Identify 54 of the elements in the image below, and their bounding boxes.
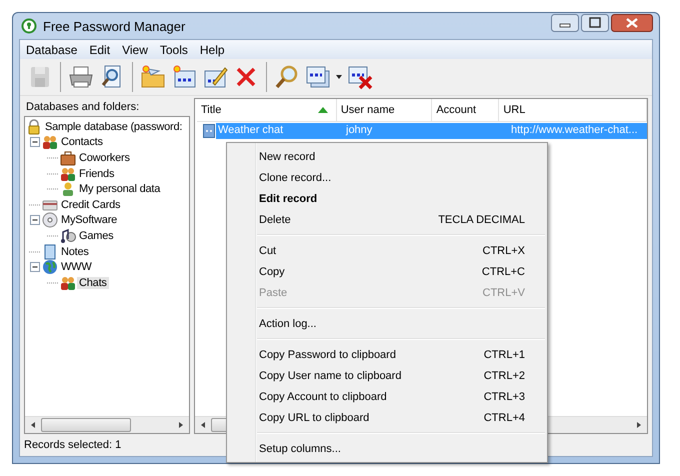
tree-item[interactable]: Contacts bbox=[59, 136, 105, 148]
status-text: Records selected: 1 bbox=[24, 439, 122, 451]
tree-item[interactable]: Coworkers bbox=[77, 152, 132, 164]
menu-item[interactable]: Setup columns... bbox=[229, 438, 545, 459]
tree-item[interactable]: Games bbox=[77, 230, 116, 242]
column-header[interactable]: Title bbox=[197, 99, 337, 121]
briefcase-icon bbox=[60, 150, 76, 166]
people-icon bbox=[60, 274, 76, 291]
menu-item[interactable]: Copy CTRL+C bbox=[229, 261, 545, 282]
tree-item[interactable]: Friends bbox=[77, 168, 116, 180]
app-icon bbox=[21, 18, 37, 34]
table-cell: Weather chat bbox=[218, 124, 284, 136]
window-title: Free Password Manager bbox=[43, 18, 186, 34]
scrollbar-thumb[interactable] bbox=[41, 418, 131, 432]
menu-item[interactable]: Database bbox=[20, 42, 84, 56]
table-cell: johny bbox=[346, 124, 372, 136]
table-cell: http://www.weather-chat... bbox=[511, 124, 638, 136]
notepad-icon bbox=[42, 244, 58, 260]
music-icon bbox=[60, 228, 76, 244]
close-button[interactable] bbox=[611, 14, 653, 32]
minimize-button[interactable] bbox=[551, 14, 579, 32]
record-icon bbox=[203, 124, 215, 138]
tree-item[interactable]: WWW bbox=[59, 261, 94, 274]
column-header[interactable]: URL bbox=[499, 99, 647, 121]
globe-icon bbox=[42, 259, 58, 276]
people-icon bbox=[42, 134, 58, 150]
menu-item[interactable]: Copy Password to clipboard CTRL+1 bbox=[229, 344, 545, 365]
horizontal-scrollbar[interactable] bbox=[25, 416, 189, 433]
menu-item[interactable]: Copy URL to clipboard CTRL+4 bbox=[229, 407, 545, 428]
menu-item[interactable]: Action log... bbox=[229, 313, 545, 334]
menu-item[interactable]: Edit bbox=[83, 42, 116, 56]
tree-item[interactable]: MySoftware bbox=[59, 214, 120, 226]
tree-item[interactable]: My personal data bbox=[77, 183, 162, 196]
menu-item[interactable]: Help bbox=[194, 42, 231, 56]
menu-item[interactable]: Clone record... bbox=[229, 167, 545, 188]
disc-icon bbox=[42, 212, 58, 228]
menu-item[interactable]: Delete TECLA DECIMAL bbox=[229, 209, 545, 230]
menu-item[interactable]: Copy User name to clipboard CTRL+2 bbox=[229, 365, 545, 386]
person-icon bbox=[60, 181, 76, 198]
panel-heading: Databases and folders: bbox=[25, 100, 140, 115]
menu-item[interactable]: Cut CTRL+X bbox=[229, 240, 545, 261]
menu-item[interactable]: Edit record bbox=[229, 188, 545, 209]
maximize-button[interactable] bbox=[581, 14, 609, 32]
menu-item[interactable]: View bbox=[116, 42, 154, 56]
tree-item[interactable]: Chats bbox=[77, 276, 109, 289]
people-icon bbox=[60, 166, 76, 182]
tree-item[interactable]: Sample database (password: bbox=[43, 120, 184, 133]
menu-item[interactable]: Copy Account to clipboard CTRL+3 bbox=[229, 386, 545, 407]
tree-item[interactable]: Notes bbox=[59, 246, 91, 258]
column-header[interactable]: User name bbox=[336, 99, 432, 121]
column-header[interactable]: Account bbox=[432, 99, 500, 121]
menu-item[interactable]: New record bbox=[229, 146, 545, 167]
menu-item[interactable]: Tools bbox=[154, 42, 194, 56]
tree-item[interactable]: Credit Cards bbox=[59, 198, 122, 211]
